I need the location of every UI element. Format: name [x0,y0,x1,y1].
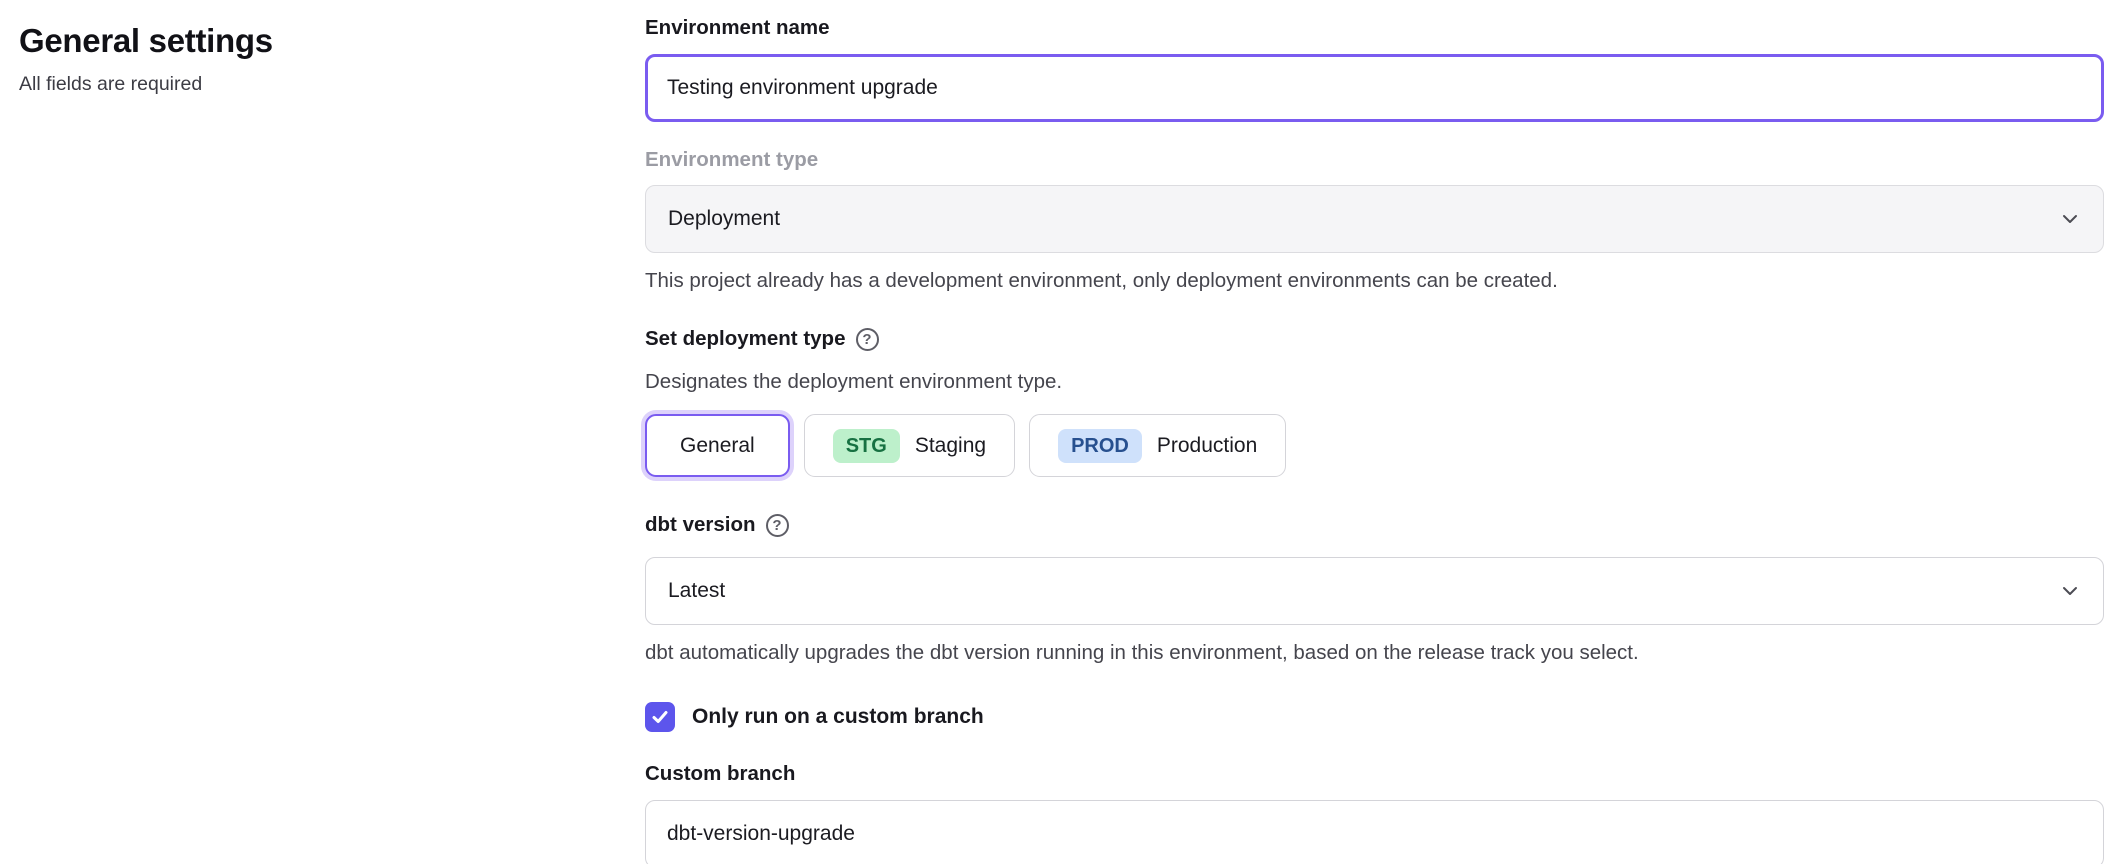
dbt-version-label: dbt version [645,513,756,538]
help-icon[interactable]: ? [856,328,879,351]
page-subtitle: All fields are required [19,73,273,96]
deployment-type-option-general-label: General [680,434,755,458]
environment-type-field: Environment type Deployment This project… [645,148,2104,295]
environment-settings-form: Environment name Environment type Deploy… [645,16,2104,864]
custom-branch-input[interactable] [645,800,2104,864]
environment-name-label: Environment name [645,16,2104,41]
deployment-type-option-general[interactable]: General [645,414,790,477]
dbt-version-value: Latest [668,579,725,603]
deployment-type-option-staging-label: Staging [915,434,986,458]
environment-name-field: Environment name [645,16,2104,122]
deployment-type-options: General STG Staging PROD Production [645,414,2104,477]
deployment-type-label: Set deployment type [645,327,846,352]
deployment-type-helper: Designates the deployment environment ty… [645,368,2104,396]
deployment-type-option-production-label: Production [1157,434,1257,458]
environment-type-label: Environment type [645,148,2104,173]
environment-type-select[interactable]: Deployment [645,185,2104,253]
dbt-version-select[interactable]: Latest [645,557,2104,625]
environment-name-input[interactable] [645,54,2104,122]
deployment-type-option-production[interactable]: PROD Production [1029,414,1286,477]
dbt-version-helper: dbt automatically upgrades the dbt versi… [645,639,2104,667]
custom-branch-checkbox-label[interactable]: Only run on a custom branch [692,705,984,729]
deployment-type-option-staging[interactable]: STG Staging [804,414,1015,477]
deployment-type-field: Set deployment type ? Designates the dep… [645,327,2104,477]
custom-branch-toggle-row: Only run on a custom branch [645,702,2104,732]
environment-settings-page: General settings All fields are required… [0,0,2116,864]
custom-branch-label: Custom branch [645,762,2104,787]
help-icon[interactable]: ? [766,514,789,537]
chevron-down-icon [2059,580,2081,602]
settings-header: General settings All fields are required [19,22,273,96]
staging-badge: STG [833,429,900,463]
custom-branch-checkbox[interactable] [645,702,675,732]
check-icon [650,707,670,727]
production-badge: PROD [1058,429,1142,463]
chevron-down-icon [2059,208,2081,230]
page-title: General settings [19,22,273,60]
environment-type-value: Deployment [668,207,780,231]
custom-branch-field: Custom branch [645,762,2104,864]
environment-type-helper: This project already has a development e… [645,267,2104,295]
dbt-version-field: dbt version ? Latest dbt automatically u… [645,513,2104,666]
